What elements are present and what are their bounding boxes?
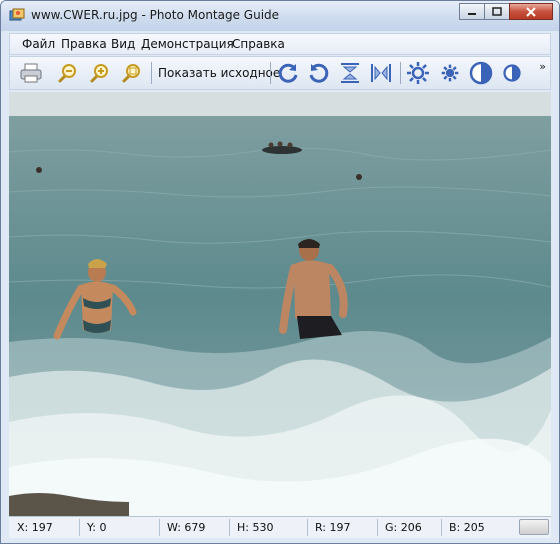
show-original-button[interactable]: Показать исходное bbox=[158, 66, 280, 80]
contrast-down-button[interactable] bbox=[499, 61, 525, 85]
menu-edit[interactable]: Правка bbox=[61, 37, 107, 51]
rotate-right-button[interactable] bbox=[275, 61, 301, 85]
status-green: G: 206 bbox=[385, 521, 422, 534]
brightness-down-icon bbox=[441, 64, 459, 82]
flip-horizontal-icon bbox=[371, 64, 391, 82]
brightness-up-button[interactable] bbox=[405, 61, 431, 85]
minimize-button[interactable] bbox=[459, 3, 485, 20]
printer-icon bbox=[20, 63, 42, 83]
zoom-out-button[interactable] bbox=[54, 61, 80, 85]
contrast-up-button[interactable] bbox=[468, 61, 494, 85]
menu-demo[interactable]: Демонстрация bbox=[141, 37, 234, 51]
brightness-down-button[interactable] bbox=[437, 61, 463, 85]
status-x: X: 197 bbox=[17, 521, 53, 534]
toolbar: Показать исходное » bbox=[9, 56, 551, 90]
menu-view[interactable]: Вид bbox=[111, 37, 135, 51]
status-width: W: 679 bbox=[167, 521, 206, 534]
flip-vertical-button[interactable] bbox=[337, 61, 363, 85]
rotate-right-icon bbox=[278, 63, 298, 83]
print-button[interactable] bbox=[18, 61, 44, 85]
menu-bar: Файл Правка Вид Демонстрация Справка bbox=[9, 33, 551, 55]
zoom-out-icon bbox=[58, 64, 76, 83]
minimize-icon bbox=[468, 12, 476, 15]
menu-file[interactable]: Файл bbox=[22, 37, 55, 51]
status-y: Y: 0 bbox=[87, 521, 107, 534]
status-bar: X: 197 Y: 0 W: 679 H: 530 R: 197 G: 206 … bbox=[9, 516, 551, 538]
window-title: www.CWER.ru.jpg - Photo Montage Guide bbox=[31, 8, 280, 22]
close-button[interactable] bbox=[509, 3, 553, 20]
status-height: H: 530 bbox=[237, 521, 274, 534]
maximize-button[interactable] bbox=[484, 3, 510, 20]
contrast-up-icon bbox=[469, 61, 493, 85]
toolbar-overflow-button[interactable]: » bbox=[539, 60, 546, 73]
image-canvas[interactable] bbox=[9, 92, 551, 516]
app-icon bbox=[9, 7, 25, 23]
flip-horizontal-button[interactable] bbox=[368, 61, 394, 85]
title-bar[interactable]: www.CWER.ru.jpg - Photo Montage Guide bbox=[1, 1, 559, 31]
zoom-fit-icon bbox=[122, 64, 140, 83]
menu-help[interactable]: Справка bbox=[232, 37, 285, 51]
status-red: R: 197 bbox=[315, 521, 351, 534]
close-icon bbox=[526, 6, 536, 17]
rotate-left-icon bbox=[309, 63, 329, 83]
maximize-icon bbox=[492, 7, 502, 16]
rotate-left-button[interactable] bbox=[306, 61, 332, 85]
contrast-down-icon bbox=[503, 64, 521, 82]
brightness-up-icon bbox=[407, 62, 429, 84]
app-window: www.CWER.ru.jpg - Photo Montage Guide Фа… bbox=[0, 0, 560, 544]
flip-vertical-icon bbox=[341, 63, 359, 83]
status-progress bbox=[519, 519, 549, 535]
zoom-in-button[interactable] bbox=[86, 61, 112, 85]
status-blue: B: 205 bbox=[449, 521, 485, 534]
zoom-fit-button[interactable] bbox=[118, 61, 144, 85]
zoom-in-icon bbox=[90, 64, 108, 83]
beach-photo bbox=[9, 92, 551, 516]
